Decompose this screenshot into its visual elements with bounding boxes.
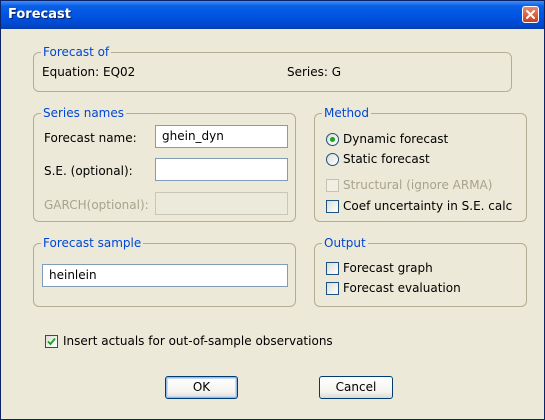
garch-label: GARCH(optional): [44, 198, 149, 212]
forecast-sample-group: Forecast sample heinlein [33, 236, 296, 307]
cancel-button[interactable]: Cancel [319, 376, 393, 399]
dynamic-forecast-label[interactable]: Dynamic forecast [343, 132, 448, 147]
insert-actuals-label[interactable]: Insert actuals for out-of-sample observa… [63, 334, 333, 349]
structural-label: Structural (ignore ARMA) [343, 178, 493, 192]
se-input[interactable] [155, 158, 288, 181]
forecast-of-group: Forecast of Equation: EQ02 Series: G [33, 45, 512, 92]
garch-input [155, 192, 288, 215]
series-names-group: Series names Forecast name: ghein_dyn S.… [33, 106, 296, 222]
window-title: Forecast [8, 7, 71, 22]
series-names-legend: Series names [41, 106, 126, 121]
coef-uncertainty-label[interactable]: Coef uncertainty in S.E. calc [343, 199, 512, 214]
forecast-of-legend: Forecast of [41, 45, 112, 60]
method-group: Method Dynamic forecast Static forecast … [314, 106, 527, 222]
close-icon [526, 10, 535, 19]
method-legend: Method [322, 106, 372, 121]
forecast-graph-label[interactable]: Forecast graph [343, 261, 433, 276]
coef-uncertainty-checkbox[interactable] [326, 200, 339, 213]
forecast-name-label: Forecast name: [44, 131, 137, 145]
radio-selected-dot [330, 137, 335, 142]
close-button[interactable] [522, 6, 539, 23]
output-legend: Output [322, 236, 368, 251]
output-group: Output Forecast graph Forecast evaluatio… [314, 236, 527, 307]
forecast-dialog: Forecast Forecast of Equation: EQ02 Seri… [0, 0, 545, 420]
forecast-name-input[interactable]: ghein_dyn [155, 125, 288, 148]
forecast-graph-checkbox[interactable] [326, 262, 339, 275]
series-label: Series: G [287, 65, 342, 79]
forecast-evaluation-checkbox[interactable] [326, 282, 339, 295]
checkmark-icon [47, 337, 56, 346]
ok-button[interactable]: OK [165, 376, 238, 399]
structural-checkbox [326, 179, 339, 192]
forecast-sample-legend: Forecast sample [41, 236, 144, 251]
dynamic-forecast-radio[interactable] [326, 133, 339, 146]
static-forecast-radio[interactable] [326, 153, 339, 166]
forecast-sample-input[interactable]: heinlein [42, 264, 288, 287]
static-forecast-label[interactable]: Static forecast [343, 152, 430, 167]
equation-label: Equation: EQ02 [42, 65, 136, 79]
se-label: S.E. (optional): [44, 164, 133, 178]
title-bar[interactable]: Forecast [1, 1, 544, 29]
forecast-evaluation-label[interactable]: Forecast evaluation [343, 281, 461, 296]
insert-actuals-checkbox[interactable] [45, 335, 58, 348]
